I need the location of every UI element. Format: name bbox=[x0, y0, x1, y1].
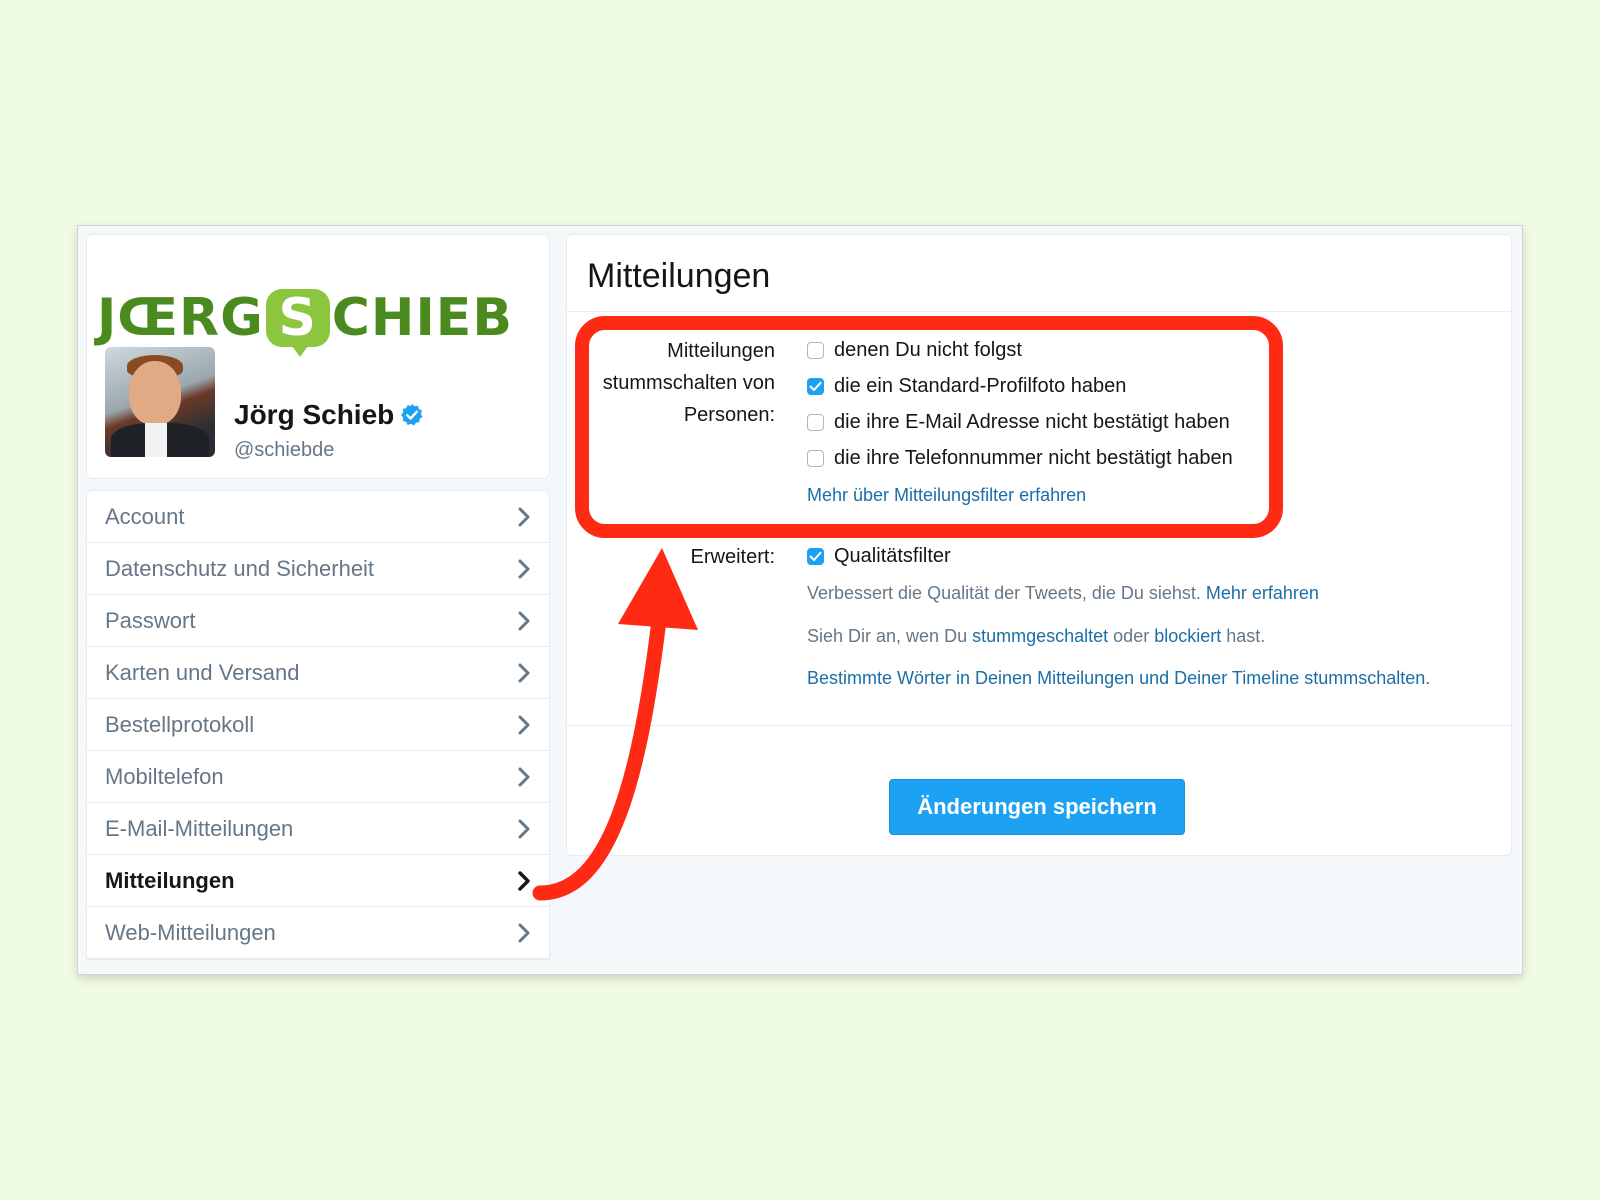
annotation-arrow-icon bbox=[532, 548, 698, 901]
